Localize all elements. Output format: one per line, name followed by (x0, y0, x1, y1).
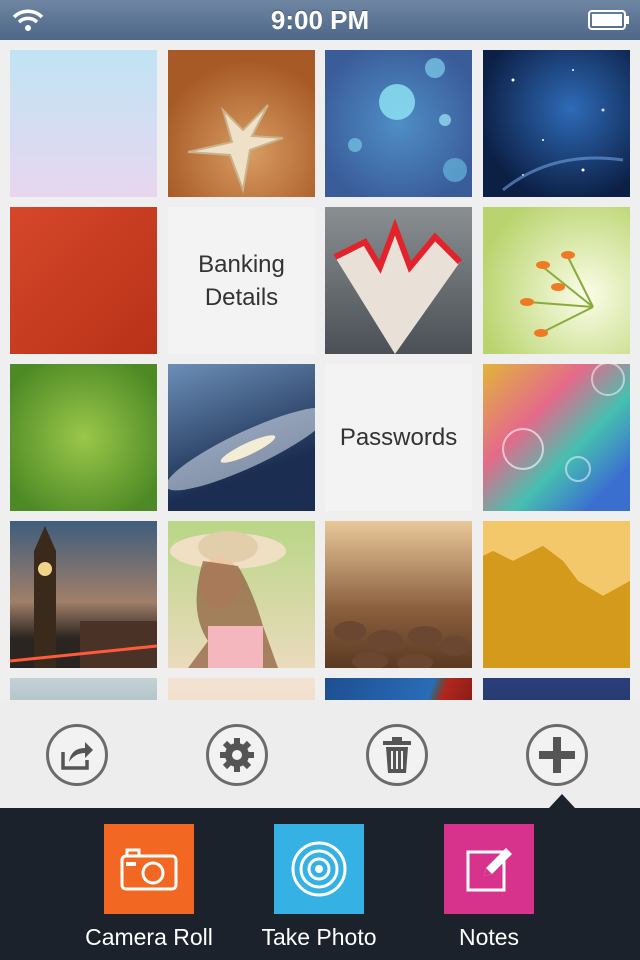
wallpaper-thumbnail-dark-blue[interactable] (483, 678, 630, 700)
wallpaper-thumbnail-pastel[interactable] (10, 50, 157, 197)
gear-icon (220, 738, 254, 772)
share-button[interactable] (46, 724, 108, 786)
add-actions-tray: Camera Roll Take Photo Notes (0, 808, 640, 960)
wallpaper-thumbnail-starfish[interactable] (168, 50, 315, 197)
camera-roll-tile[interactable] (104, 824, 194, 914)
wallpaper-thumbnail-coffee-beans[interactable] (325, 521, 472, 668)
wallpaper-thumbnail-bokeh-blue[interactable] (325, 50, 472, 197)
wallpaper-thumbnail-peach[interactable] (168, 678, 315, 700)
edit-icon (466, 848, 512, 892)
wallpaper-thumbnail-blue-red[interactable] (325, 678, 472, 700)
add-button[interactable] (526, 724, 588, 786)
wallpaper-thumbnail-lily[interactable] (483, 207, 630, 354)
take-photo-action[interactable]: Take Photo (229, 824, 409, 951)
clock: 9:00 PM (270, 5, 370, 35)
folder-label: Passwords (339, 424, 458, 451)
take-photo-tile[interactable] (274, 824, 364, 914)
camera-icon (120, 848, 178, 891)
take-photo-label: Take Photo (261, 924, 377, 950)
folder-label: Banking Details (198, 250, 285, 311)
lens-icon (291, 841, 347, 897)
camera-roll-label: Camera Roll (85, 924, 213, 950)
popover-caret (549, 794, 575, 808)
wallpaper-thumbnail-girl-hat[interactable] (168, 521, 315, 668)
toolbar (0, 700, 640, 808)
settings-button[interactable] (206, 724, 268, 786)
notes-action[interactable]: Notes (399, 824, 579, 951)
share-icon (61, 742, 93, 770)
delete-button[interactable] (366, 724, 428, 786)
wallpaper-thumbnail-red-leather[interactable] (10, 207, 157, 354)
battery-icon (588, 10, 629, 30)
wallpaper-thumbnail-milky-way[interactable] (168, 364, 315, 511)
wallpaper-thumbnail-pencil-shavings[interactable] (325, 207, 472, 354)
photo-grid: Banking Details Passwords (0, 40, 640, 700)
wallpaper-thumbnail-big-ben[interactable] (10, 521, 157, 668)
wallpaper-thumbnail-rainbow-bokeh[interactable] (483, 364, 630, 511)
status-bar: 9:00 PM (0, 0, 640, 40)
trash-icon (383, 737, 411, 773)
wallpaper-thumbnail-yellow-leaf[interactable] (483, 521, 630, 668)
wallpaper-thumbnail-galaxy[interactable] (483, 50, 630, 197)
notes-tile[interactable] (444, 824, 534, 914)
camera-roll-action[interactable]: Camera Roll (59, 824, 239, 951)
notes-label: Notes (458, 924, 520, 950)
wallpaper-thumbnail-green[interactable] (10, 364, 157, 511)
folder-passwords[interactable]: Passwords (325, 364, 472, 511)
wallpaper-thumbnail-teal-rays[interactable] (10, 678, 157, 700)
plus-icon (539, 737, 575, 773)
folder-banking-details[interactable]: Banking Details (168, 207, 315, 354)
